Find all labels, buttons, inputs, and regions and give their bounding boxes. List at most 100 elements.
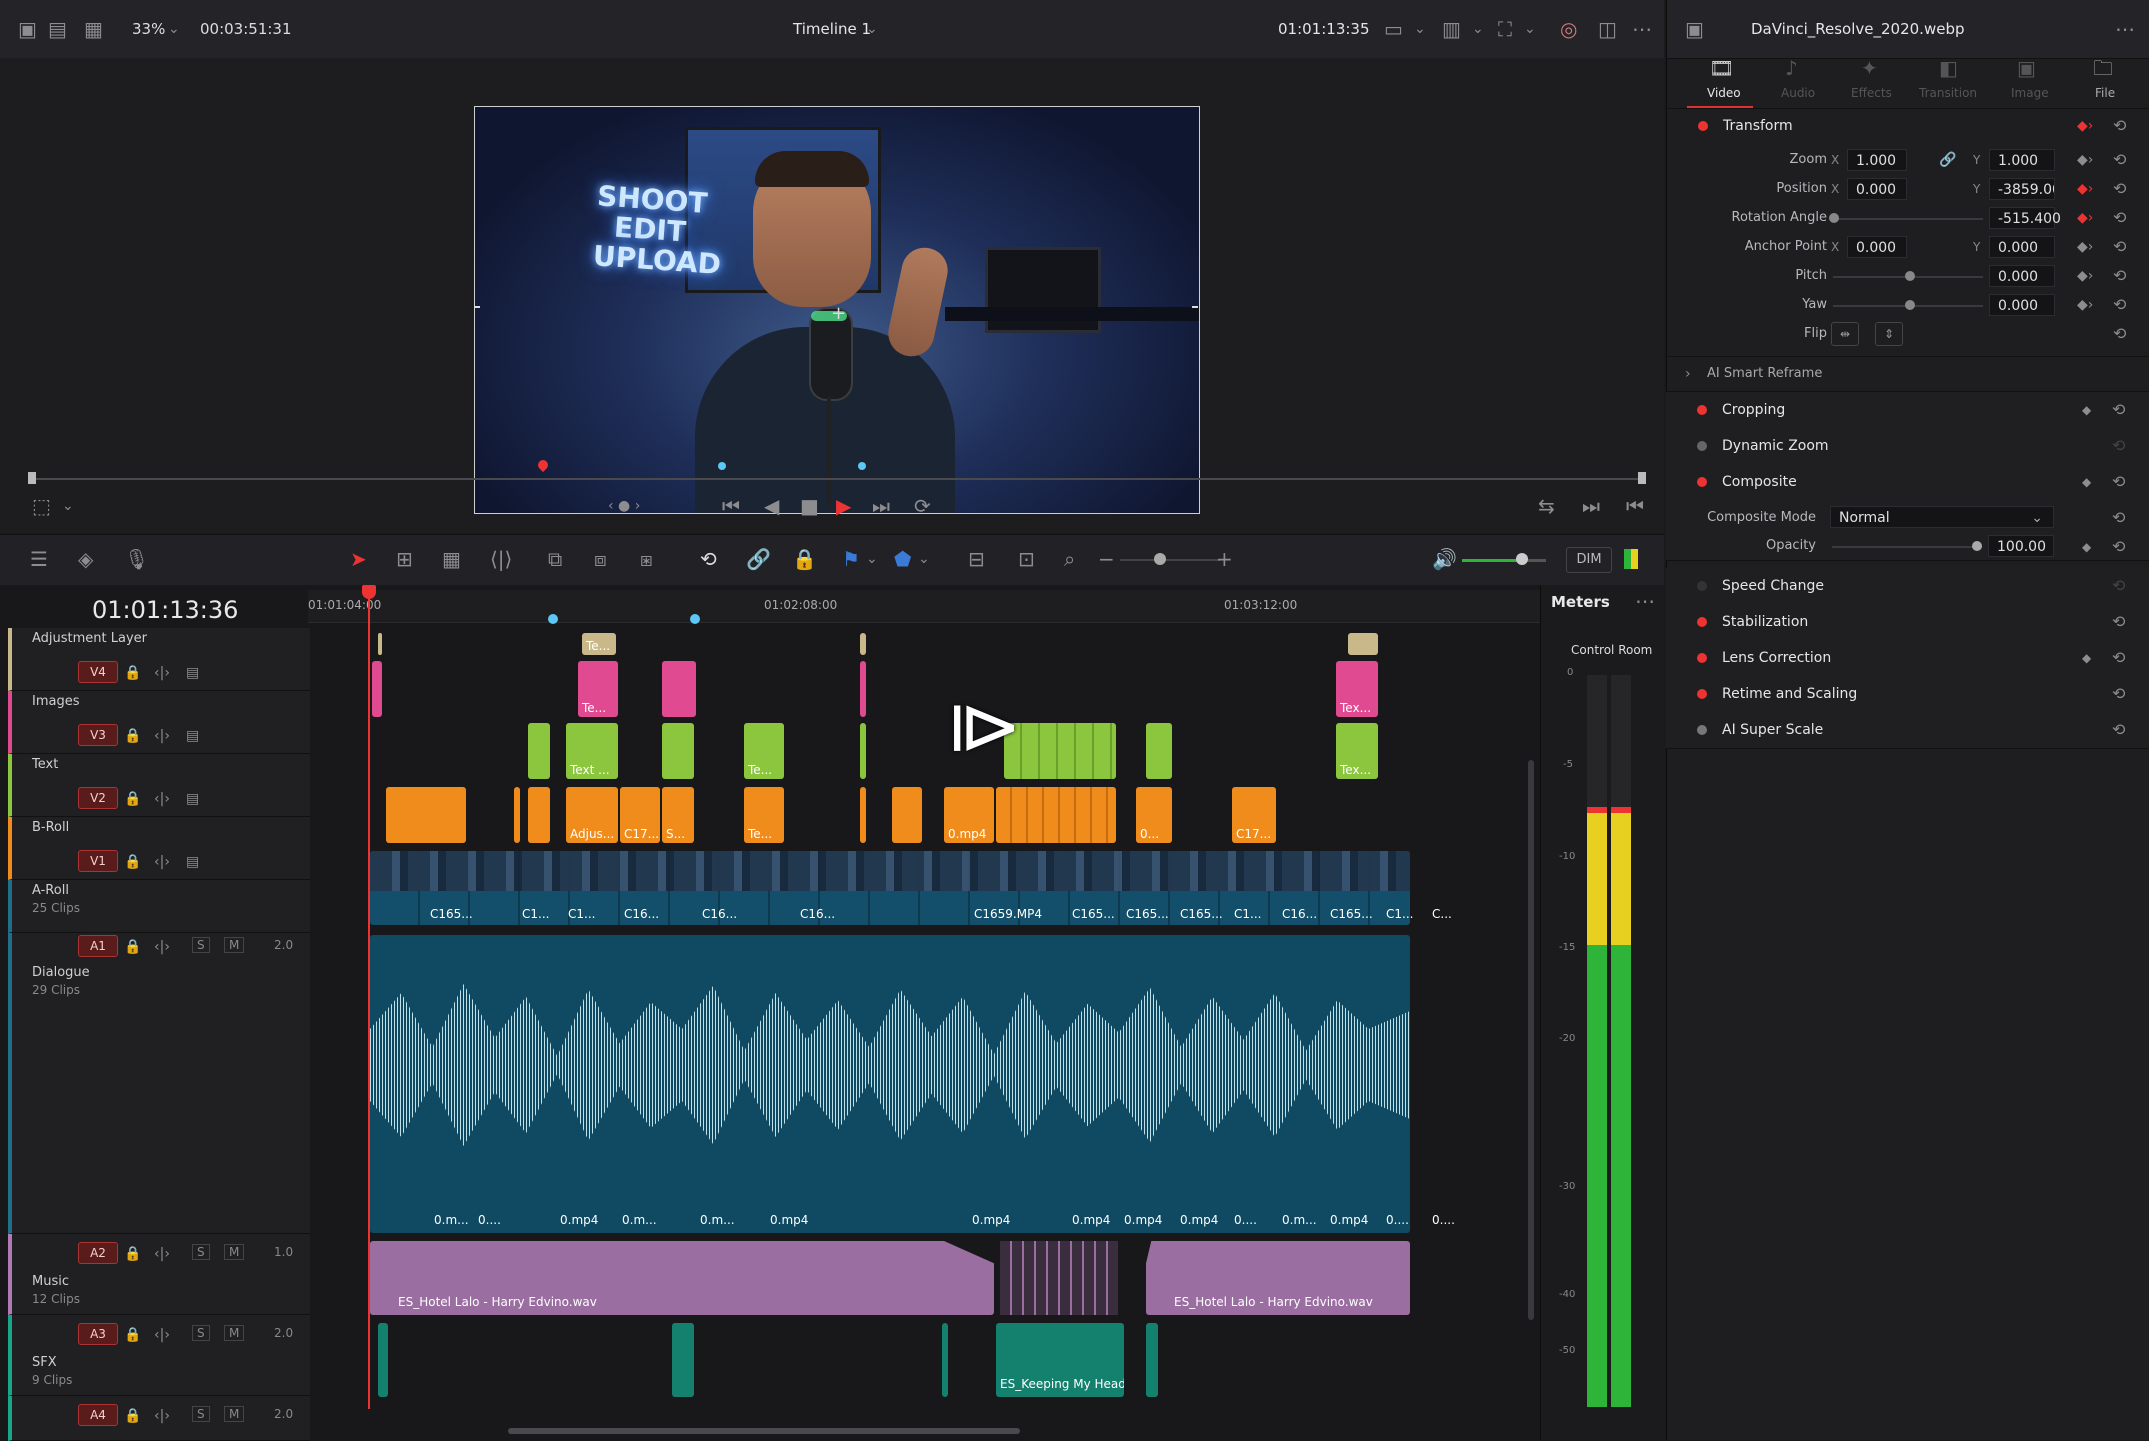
image-clip[interactable]: Te... [578,661,618,717]
stabilization-row[interactable]: Stabilization ⟲ [1666,604,2149,641]
jog-icon[interactable]: ‹ ● › [608,496,640,516]
cropping-row[interactable]: Cropping ◆ ⟲ [1666,392,2149,429]
enable-toggle[interactable] [1697,617,1707,627]
volume-icon[interactable]: 🔊 [1432,549,1457,569]
scrub-out-handle[interactable] [1638,472,1646,484]
yaw-slider-handle[interactable] [1905,300,1915,310]
auto-select-icon[interactable]: ‹|› [154,852,170,872]
lock-icon[interactable]: 🔒 [124,789,141,809]
trim-tool-icon[interactable]: ⊞ [396,549,413,569]
keyframe-icon[interactable]: ◆› [2077,237,2093,257]
play-icon[interactable]: ▶ [836,496,851,516]
composite-mode-select[interactable]: Normal ⌄ [1830,506,2054,528]
position-x-field[interactable]: 0.000 [1847,178,1907,200]
match-frame-icon[interactable]: ⇆ [1538,496,1555,516]
reset-icon[interactable]: ⟲ [2112,648,2125,668]
sfx-clip[interactable] [378,1323,388,1397]
enable-toggle[interactable] [1697,689,1707,699]
reset-icon[interactable]: ⟲ [2113,208,2126,228]
auto-select-icon[interactable]: ‹|› [154,937,170,957]
broll-clip[interactable]: Adjus... [566,787,618,843]
keyframe-icon[interactable]: ◆› [2077,150,2093,170]
zoom-in-icon[interactable]: + [1216,549,1233,569]
reset-icon[interactable]: ⟲ [2113,295,2126,315]
adjustment-clip[interactable] [378,633,382,655]
split-view-icon[interactable]: ◫ [1598,19,1617,39]
track-header-v3[interactable]: Images V3 🔒 ‹|› ▤ [8,691,310,754]
zoom-out-icon[interactable]: − [1098,549,1115,569]
zoom-custom-icon[interactable]: ⌕ [1064,549,1075,569]
tab-file[interactable]: 🗀 File [2071,58,2137,106]
selection-tool-icon[interactable]: ➤ [350,549,367,569]
track-header-v4[interactable]: Adjustment Layer V4 🔒 ‹|› ▤ [8,628,310,691]
viewer-scrubber[interactable] [30,478,1646,480]
rotation-field[interactable]: -515.400 [1989,207,2061,229]
lock-icon[interactable]: 🔒 [124,1325,141,1345]
replace-icon[interactable]: ⧆ [640,549,653,569]
lock-icon[interactable]: 🔒 [124,663,141,683]
keyframe-icon[interactable]: ◆› [2077,179,2093,199]
rotation-slider-handle[interactable] [1829,213,1839,223]
tab-audio[interactable]: ♪ Audio [1763,58,1829,106]
volume-handle[interactable] [1516,553,1528,565]
dynamic-zoom-row[interactable]: Dynamic Zoom ⟲ [1666,428,2149,465]
reset-icon[interactable]: ⟲ [2112,720,2125,740]
solo-button[interactable]: S [192,1244,210,1260]
text-clip[interactable]: Text ... [566,723,618,779]
reset-icon[interactable]: ⟲ [2112,612,2125,632]
reset-icon[interactable]: ⟲ [2113,266,2126,286]
track-badge[interactable]: V3 [78,724,118,746]
track-badge[interactable]: A3 [78,1323,118,1345]
playhead[interactable] [368,589,370,1409]
tab-transition[interactable]: ◧ Transition [1915,58,1985,106]
keyframe-icon[interactable]: ◆ [2082,400,2091,420]
enable-toggle[interactable] [1697,477,1707,487]
reset-icon[interactable]: ⟲ [2112,684,2125,704]
reset-icon[interactable]: ⟲ [2113,179,2126,199]
next-edit-icon[interactable]: ⏭ [1582,496,1600,516]
microphone-icon[interactable]: 🎙 [124,549,149,569]
track-header-a-roll[interactable]: A-Roll 25 Clips [8,880,310,933]
dim-button[interactable]: DIM [1566,547,1612,573]
zoom-full-icon[interactable]: ⊟ [968,549,985,569]
adjustment-clip[interactable]: Te... [582,633,616,655]
playhead-handle[interactable] [362,585,376,599]
track-badge[interactable]: A2 [78,1242,118,1264]
text-clip[interactable]: Tex... [1336,723,1378,779]
timeline-vscrollbar[interactable] [1528,760,1534,1320]
chevron-down-icon[interactable]: ⌄ [62,496,74,516]
keyframe-icon[interactable]: ◆› [2077,208,2093,228]
mute-button[interactable]: M [224,1244,245,1260]
music-clip[interactable]: ES_Hotel Lalo - Harry Edvino.wav [1146,1241,1410,1315]
blue-marker[interactable] [718,462,726,470]
marker-icon[interactable]: ⬟ [894,549,911,569]
blue-marker[interactable] [858,462,866,470]
sfx-clip[interactable]: ES_Keeping My Head in th... [996,1323,1124,1397]
opacity-slider-handle[interactable] [1972,541,1982,551]
reset-icon[interactable]: ⟲ [2113,150,2126,170]
zoom-y-field[interactable]: 1.000 [1989,149,2055,171]
reset-icon[interactable]: ⟲ [2112,436,2125,456]
enable-toggle[interactable] [1697,581,1707,591]
broll-clip[interactable]: S... [662,787,694,843]
blade-tool-icon[interactable]: ⟨|⟩ [490,549,512,569]
pitch-field[interactable]: 0.000 [1989,265,2055,287]
keyframe-icon[interactable]: ◆ [2082,537,2091,557]
layers-icon[interactable]: ◈ [78,549,93,569]
broll-clip[interactable]: C17... [1232,787,1276,843]
track-header-a2[interactable]: A2 🔒 ‹|› S M 1.0 Music 12 Clips [8,1234,310,1315]
lock-icon[interactable]: 🔒 [124,852,141,872]
sfx-clip[interactable] [672,1323,694,1397]
chevron-down-icon[interactable]: ⌄ [1524,19,1536,39]
track-header-a4[interactable]: A4 🔒 ‹|› S M 2.0 [8,1396,310,1441]
reset-icon[interactable]: ⟲ [2112,576,2125,596]
enable-toggle[interactable] [1697,725,1707,735]
dialogue-clip-strip[interactable] [370,935,1410,1233]
broll-clip[interactable]: C17... [620,787,660,843]
zoom-level[interactable]: 33% [132,20,165,38]
music-clip[interactable]: ES_Hotel Lalo - Harry Edvino.wav [370,1241,994,1315]
loop-icon[interactable]: ⟳ [914,496,931,516]
opacity-field[interactable]: 100.00 [1988,535,2054,557]
yaw-field[interactable]: 0.000 [1989,294,2055,316]
more-icon[interactable]: ⋯ [2115,19,2135,39]
